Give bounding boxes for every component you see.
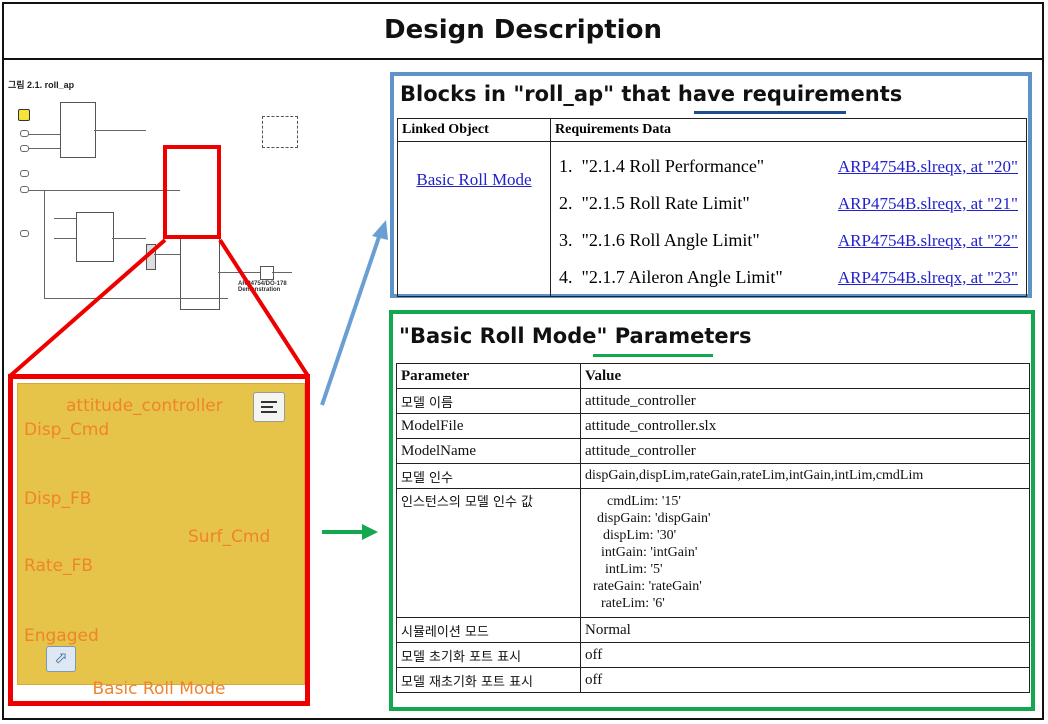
param-value: Normal	[580, 617, 1030, 643]
instance-arg: dispGain: 'dispGain'	[597, 511, 711, 526]
header-linked-object: Linked Object	[397, 118, 551, 142]
instance-arg: rateGain: 'rateGain'	[593, 579, 702, 594]
model-reference-icon[interactable]: ⬀	[46, 646, 76, 672]
parameters-table: Parameter Value 모델 이름 attitude_controlle…	[396, 363, 1030, 693]
table-row: 시뮬레이션 모드 Normal	[396, 617, 1030, 643]
table-row: 모델 이름 attitude_controller	[396, 388, 1030, 414]
instance-arg: cmdLim: '15'	[607, 494, 681, 509]
eng-switch-block	[260, 266, 274, 280]
param-value-instance-args: cmdLim: '15' dispGain: 'dispGain' dispLi…	[580, 488, 1030, 618]
linked-object-cell: Basic Roll Mode	[397, 141, 551, 297]
input-port-rate-fb: Rate_FB	[24, 556, 93, 576]
item-number: 3.	[559, 230, 573, 250]
requirements-title: Blocks in "roll_ap" that have requiremen…	[400, 82, 903, 106]
param-name: 인스턴스의 모델 인수 값	[396, 488, 581, 618]
table-row: 모델 인수 dispGain,dispLim,rateGain,rateLim,…	[396, 463, 1030, 489]
parameters-panel: "Basic Roll Mode" Parameters Parameter V…	[389, 310, 1035, 711]
instance-arg: intGain: 'intGain'	[601, 545, 698, 560]
input-port-engaged: Engaged	[24, 626, 99, 646]
param-value: off	[580, 642, 1030, 668]
param-name: 시뮬레이션 모드	[396, 617, 581, 643]
requirement-name: "2.1.4 Roll Performance"	[581, 156, 765, 176]
param-value: attitude_controller.slx	[580, 413, 1030, 439]
document-icon[interactable]	[253, 392, 285, 422]
basic-roll-mode-block[interactable]: attitude_controller Disp_Cmd Disp_FB Rat…	[8, 374, 310, 706]
table-row: ModelFile attitude_controller.slx	[396, 413, 1030, 439]
param-value: attitude_controller	[580, 438, 1030, 464]
mode-switch-block	[146, 244, 156, 270]
table-row: 모델 재초기화 포트 표시 off	[396, 667, 1030, 693]
requirements-panel: Blocks in "roll_ap" that have requiremen…	[390, 72, 1032, 298]
requirements-list: 1. "2.1.4 Roll Performance" ARP4754B.slr…	[550, 141, 1027, 297]
requirement-link[interactable]: ARP4754B.slreqx, at "22"	[838, 231, 1018, 251]
inport-icon	[20, 230, 29, 237]
header-value: Value	[580, 363, 1030, 389]
item-number: 1.	[559, 156, 573, 176]
list-item: 4. "2.1.7 Aileron Angle Limit" ARP4754B.…	[559, 259, 1026, 296]
param-name: 모델 이름	[396, 388, 581, 414]
list-item: 1. "2.1.4 Roll Performance" ARP4754B.slr…	[559, 148, 1026, 185]
requirement-name: "2.1.5 Roll Rate Limit"	[581, 193, 750, 213]
requirement-link[interactable]: ARP4754B.slreqx, at "20"	[838, 157, 1018, 177]
parameters-title: "Basic Roll Mode" Parameters	[399, 324, 752, 348]
block-title: attitude_controller	[66, 396, 223, 416]
input-port-disp-fb: Disp_FB	[24, 489, 92, 509]
param-name: 모델 초기화 포트 표시	[396, 642, 581, 668]
param-name: ModelFile	[396, 413, 581, 439]
inport-icon	[20, 170, 29, 177]
instance-arg: intLim: '5'	[605, 562, 663, 577]
item-number: 4.	[559, 267, 573, 287]
info-box	[262, 116, 298, 148]
roll-reference-block	[76, 212, 114, 262]
output-port-surf-cmd: Surf_Cmd	[188, 527, 271, 547]
list-item: 2. "2.1.5 Roll Rate Limit" ARP4754B.slre…	[559, 185, 1026, 222]
requirement-name: "2.1.7 Aileron Angle Limit"	[581, 267, 783, 287]
block-body: attitude_controller Disp_Cmd Disp_FB Rat…	[17, 383, 305, 685]
requirement-link[interactable]: ARP4754B.slreqx, at "23"	[838, 268, 1018, 288]
heading-mode-block	[60, 102, 96, 158]
table-row: ModelName attitude_controller	[396, 438, 1030, 464]
param-value: off	[580, 667, 1030, 693]
instance-arg: dispLim: '30'	[603, 528, 677, 543]
title-underline	[593, 354, 713, 357]
title-underline	[694, 111, 846, 114]
table-row: 인스턴스의 모델 인수 값 cmdLim: '15' dispGain: 'di…	[396, 488, 1030, 618]
param-value: attitude_controller	[580, 388, 1030, 414]
table-row: 모델 초기화 포트 표시 off	[396, 642, 1030, 668]
instance-arg: rateLim: '6'	[601, 596, 665, 611]
figure-caption: 그림 2.1. roll_ap	[8, 80, 75, 90]
param-value: dispGain,dispLim,rateGain,rateLim,intGai…	[580, 463, 1030, 489]
param-name: 모델 재초기화 포트 표시	[396, 667, 581, 693]
header-parameter: Parameter	[396, 363, 581, 389]
requirement-link[interactable]: ARP4754B.slreqx, at "21"	[838, 194, 1018, 214]
requirements-table: Linked Object Requirements Data Basic Ro…	[397, 118, 1027, 297]
input-port-disp-cmd: Disp_Cmd	[24, 420, 110, 440]
demo-label: ARP4754/DO-178 Demonstration	[238, 281, 287, 293]
param-name: ModelName	[396, 438, 581, 464]
simulink-model-thumbnail: 그림 2.1. roll_ap ARP4754/DO-178 Demonstra…	[8, 78, 308, 310]
param-name: 모델 인수	[396, 463, 581, 489]
requirement-name: "2.1.6 Roll Angle Limit"	[581, 230, 760, 250]
item-number: 2.	[559, 193, 573, 213]
linked-object-link[interactable]: Basic Roll Mode	[416, 170, 531, 189]
inport-icon	[18, 109, 30, 121]
page-title: Design Description	[2, 2, 1044, 60]
block-name: Basic Roll Mode	[92, 679, 226, 699]
zoom-highlight-box	[163, 145, 221, 239]
header-requirements-data: Requirements Data	[550, 118, 1027, 142]
list-item: 3. "2.1.6 Roll Angle Limit" ARP4754B.slr…	[559, 222, 1026, 259]
